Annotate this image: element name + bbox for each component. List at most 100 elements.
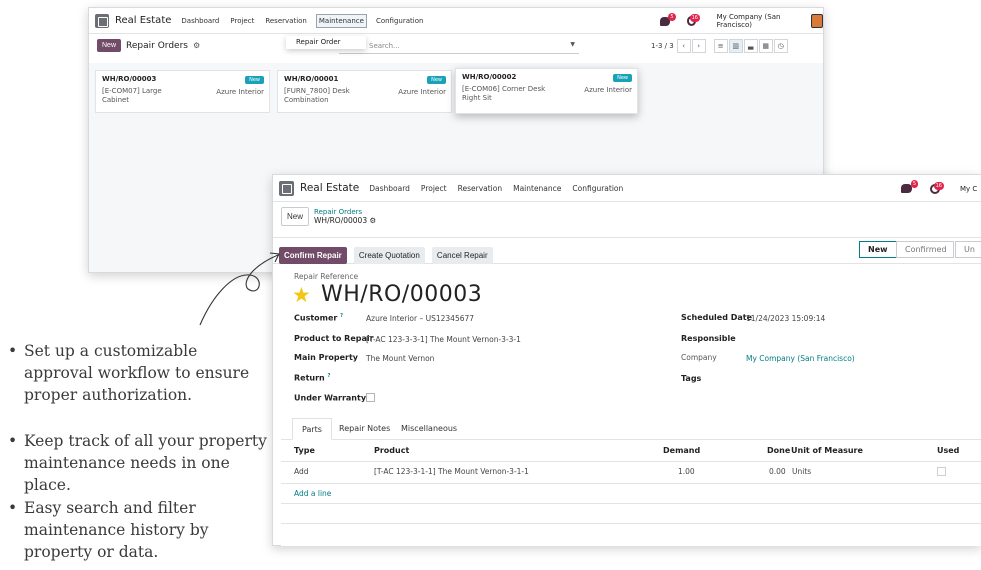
cancel-repair-button[interactable]: Cancel Repair (431, 247, 493, 264)
customer-value[interactable]: Azure Interior – US12345677 (366, 314, 474, 323)
col-done[interactable]: Done (767, 446, 790, 455)
menu-reservation[interactable]: Reservation (263, 15, 309, 27)
status-confirmed[interactable]: Confirmed (896, 241, 954, 258)
gear-icon[interactable]: ⚙ (193, 41, 200, 50)
app-brand[interactable]: Real Estate (300, 182, 359, 194)
row-done: 0.00 (769, 467, 786, 476)
chat-icon[interactable]: 5 (901, 180, 918, 193)
control-panel: New Repair Orders WH/RO/00003 ⚙ (281, 207, 376, 226)
pager-prev-icon[interactable]: ‹ (676, 39, 691, 53)
menu-project[interactable]: Project (228, 15, 256, 27)
menu-dashboard[interactable]: Dashboard (179, 15, 221, 27)
pager-value[interactable]: 1-3 / 3 (651, 42, 674, 50)
breadcrumb-parent[interactable]: Repair Orders (314, 208, 376, 216)
card-product: [E-COM06] Corner Desk Right Sit (462, 85, 546, 102)
add-line-link[interactable]: Add a line (294, 489, 331, 498)
dropdown-item-repair-order[interactable]: Repair Order (296, 38, 341, 46)
scheduled-value[interactable]: 11/24/2023 15:09:14 (746, 314, 825, 323)
tab-repair-notes[interactable]: Repair Notes (330, 418, 399, 440)
return-label: Return ? (294, 373, 331, 383)
warranty-checkbox[interactable] (366, 393, 375, 402)
search-input[interactable]: Search... ▼ (339, 39, 579, 54)
company-switcher[interactable]: My Company (San Francisco) (717, 13, 805, 29)
company-value[interactable]: My Company (San Francisco) (746, 354, 855, 363)
product-label: Product to Repair (294, 334, 374, 343)
card-product: [E-COM07] Large Cabinet (102, 87, 162, 104)
row-divider (281, 503, 981, 504)
record-ref[interactable]: WH/RO/00003 (321, 282, 482, 307)
chat-count: 5 (910, 180, 918, 188)
col-type[interactable]: Type (294, 446, 315, 455)
list-view-icon[interactable]: ≡ (713, 39, 728, 53)
caret-down-icon[interactable]: ▼ (570, 41, 575, 48)
bullet-text: Keep track of all your property maintena… (24, 432, 267, 494)
col-product[interactable]: Product (374, 446, 409, 455)
star-icon[interactable]: ★ (292, 283, 311, 307)
apps-icon[interactable] (279, 180, 294, 196)
pivot-view-icon[interactable]: ▦ (758, 39, 773, 53)
menu-dashboard[interactable]: Dashboard (367, 182, 412, 195)
activity-count: 16 (689, 14, 700, 22)
menu-configuration[interactable]: Configuration (374, 15, 425, 27)
chat-count: 5 (668, 12, 676, 21)
tab-miscellaneous[interactable]: Miscellaneous (392, 418, 466, 440)
card-product: [FURN_7800] Desk Combination (284, 87, 350, 104)
chat-icon[interactable]: 5 (660, 12, 676, 26)
new-button[interactable]: New (97, 39, 122, 52)
card-tag: New (427, 76, 446, 84)
pager-next-icon[interactable]: › (691, 39, 706, 53)
maintenance-dropdown: Repair Order (286, 36, 366, 49)
breadcrumb-current: WH/RO/00003 (314, 216, 368, 225)
card-customer: Azure Interior (216, 88, 264, 96)
menu-reservation[interactable]: Reservation (456, 182, 505, 195)
row-product: [T-AC 123-3-1-1] The Mount Vernon-3-1-1 (374, 467, 529, 476)
kanban-card[interactable]: WH/RO/00002 New Azure Interior [E-COM06]… (455, 68, 638, 114)
create-quotation-button[interactable]: Create Quotation (353, 247, 425, 264)
menu-configuration[interactable]: Configuration (570, 182, 625, 195)
feature-bullet: • Keep track of all your property mainten… (8, 430, 272, 496)
search-placeholder: Search... (369, 42, 400, 50)
feature-bullet: • Easy search and filter maintenance hist… (8, 497, 245, 563)
activity-view-icon[interactable]: ◷ (773, 39, 788, 53)
col-uom[interactable]: Unit of Measure (791, 446, 863, 455)
new-button[interactable]: New (281, 207, 310, 226)
responsible-label: Responsible (681, 334, 736, 343)
activity-icon[interactable]: 16 (686, 14, 700, 26)
app-brand[interactable]: Real Estate (115, 15, 171, 26)
customer-label: Customer ? (294, 313, 344, 323)
menu-maintenance[interactable]: Maintenance (315, 13, 367, 28)
status-more[interactable]: Un (955, 241, 981, 258)
status-new[interactable]: New (859, 241, 897, 258)
kanban-view-icon[interactable]: ▥ (728, 39, 743, 53)
tab-parts[interactable]: Parts (292, 418, 332, 440)
col-demand[interactable]: Demand (663, 446, 700, 455)
card-customer: Azure Interior (398, 88, 446, 96)
breadcrumb: Repair Orders WH/RO/00003 ⚙ (314, 208, 376, 225)
pager: 1-3 / 3 ‹ › ≡ ▥ ▃ ▦ ◷ (651, 39, 788, 53)
product-value[interactable]: [T-AC 123-3-3-1] The Mount Vernon-3-3-1 (366, 335, 521, 344)
curved-arrow-icon (199, 252, 280, 326)
gear-icon[interactable]: ⚙ (370, 216, 377, 225)
menu-project[interactable]: Project (419, 182, 449, 195)
activity-icon[interactable]: 16 (930, 181, 944, 194)
kanban-card[interactable]: WH/RO/00003 New Azure Interior [E-COM07]… (95, 70, 270, 113)
col-used[interactable]: Used (937, 446, 959, 455)
apps-icon[interactable] (95, 13, 109, 28)
row-used-checkbox[interactable] (937, 467, 946, 476)
activity-count: 16 (933, 181, 944, 190)
row-uom: Units (792, 467, 812, 476)
kanban-card[interactable]: WH/RO/00001 New Azure Interior [FURN_780… (277, 70, 452, 113)
property-label: Main Property (294, 353, 359, 362)
card-ref: WH/RO/00003 (102, 75, 157, 83)
card-tag: New (613, 74, 632, 82)
row-divider (281, 523, 981, 524)
row-divider (281, 483, 981, 484)
tags-label: Tags (681, 374, 702, 383)
graph-view-icon[interactable]: ▃ (743, 39, 758, 53)
property-value[interactable]: The Mount Vernon (366, 354, 434, 363)
bullet-text: Set up a customizable approval workflow … (24, 342, 250, 404)
row-type: Add (294, 467, 309, 476)
company-switcher[interactable]: My C (960, 185, 977, 193)
user-avatar[interactable] (810, 14, 823, 28)
menu-maintenance[interactable]: Maintenance (511, 182, 563, 195)
